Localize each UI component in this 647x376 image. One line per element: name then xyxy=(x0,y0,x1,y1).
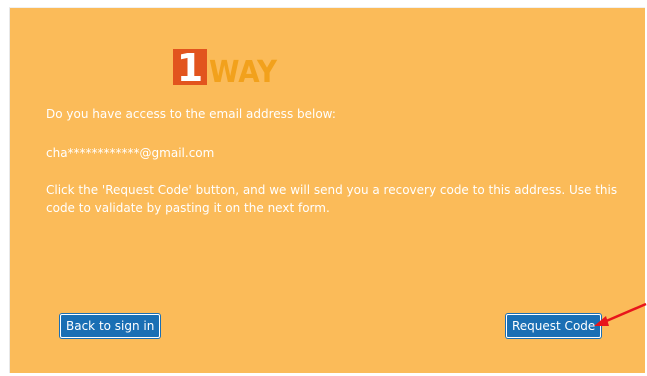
page: 1 WAY Do you have access to the email ad… xyxy=(0,0,647,376)
logo-graphic: 1 WAY xyxy=(173,46,278,88)
back-to-sign-in-button[interactable]: Back to sign in xyxy=(60,314,161,338)
arrow-shaft xyxy=(603,302,647,324)
arrow-head xyxy=(594,316,609,326)
annotation-arrow-icon xyxy=(594,302,647,326)
brand-logo: 1 WAY xyxy=(171,46,281,88)
logo-word: WAY xyxy=(209,55,278,88)
access-prompt: Do you have access to the email address … xyxy=(46,107,336,121)
recovery-panel: 1 WAY Do you have access to the email ad… xyxy=(9,7,645,373)
masked-email: cha************@gmail.com xyxy=(46,146,215,160)
request-code-button[interactable]: Request Code xyxy=(506,314,602,338)
request-instructions: Click the 'Request Code' button, and we … xyxy=(46,183,618,215)
logo-digit: 1 xyxy=(177,46,203,88)
